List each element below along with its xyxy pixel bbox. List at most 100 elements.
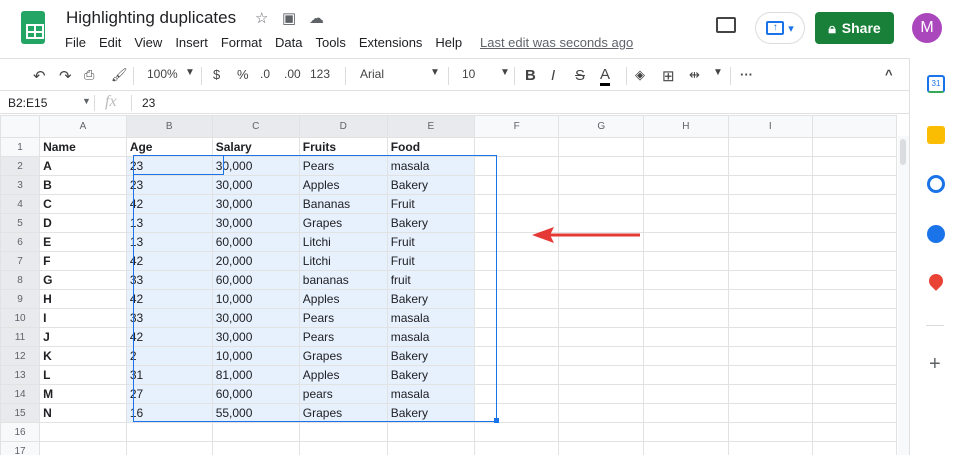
cell[interactable]: masala (386, 327, 475, 347)
italic-button[interactable]: I (551, 67, 555, 84)
menu-view[interactable]: View (134, 35, 162, 50)
cell[interactable] (473, 441, 560, 455)
cell[interactable] (298, 441, 388, 455)
column-header[interactable]: I (727, 115, 813, 138)
strikethrough-button[interactable]: S (575, 67, 585, 84)
cell[interactable]: F (39, 251, 127, 271)
cell[interactable] (643, 384, 729, 404)
cell[interactable] (811, 251, 897, 271)
cell[interactable] (473, 175, 560, 195)
cell[interactable] (473, 346, 560, 366)
cell[interactable] (727, 346, 813, 366)
percent-button[interactable]: % (237, 67, 249, 82)
cell[interactable] (558, 308, 645, 328)
cell[interactable]: 30,000 (211, 175, 300, 195)
cell[interactable]: J (39, 327, 127, 347)
font-size-select[interactable]: 10 (462, 67, 475, 81)
cell[interactable] (473, 251, 560, 271)
cell[interactable] (811, 422, 897, 442)
cell[interactable] (643, 422, 729, 442)
cell[interactable]: B (39, 175, 127, 195)
cell[interactable]: N (39, 403, 127, 423)
cell[interactable] (727, 403, 813, 423)
star-icon[interactable]: ☆ (255, 9, 268, 27)
cell[interactable]: M (39, 384, 127, 404)
row-header[interactable]: 4 (0, 194, 41, 214)
row-header[interactable]: 8 (0, 270, 41, 290)
menu-help[interactable]: Help (435, 35, 462, 50)
cell[interactable] (558, 441, 645, 455)
font-dropdown-icon[interactable]: ▼ (430, 67, 440, 78)
cell[interactable]: Bakery (386, 346, 475, 366)
cell[interactable]: 30,000 (211, 308, 300, 328)
cell[interactable]: Bakery (386, 365, 475, 385)
column-header[interactable]: A (39, 115, 127, 138)
comments-icon[interactable] (716, 17, 736, 33)
column-header[interactable] (811, 115, 897, 138)
cell[interactable] (727, 175, 813, 195)
cell[interactable]: 10,000 (211, 346, 300, 366)
cell[interactable]: K (39, 346, 127, 366)
present-button[interactable]: ↑ ▾ (755, 12, 805, 44)
column-header[interactable]: E (386, 115, 475, 138)
row-header[interactable]: 2 (0, 156, 41, 176)
cell[interactable] (125, 441, 213, 455)
cell[interactable]: 31 (125, 365, 213, 385)
cell[interactable] (558, 289, 645, 309)
cell[interactable]: D (39, 213, 127, 233)
last-edit-link[interactable]: Last edit was seconds ago (480, 35, 633, 50)
cell[interactable] (727, 289, 813, 309)
column-header[interactable]: F (473, 115, 560, 138)
cell[interactable] (473, 137, 560, 157)
row-header[interactable]: 12 (0, 346, 41, 366)
row-header[interactable]: 11 (0, 327, 41, 347)
cell[interactable] (811, 365, 897, 385)
cell[interactable]: 16 (125, 403, 213, 423)
cell[interactable] (473, 327, 560, 347)
cell[interactable] (386, 422, 475, 442)
column-header[interactable]: G (558, 115, 645, 138)
row-header[interactable]: 16 (0, 422, 41, 442)
cell[interactable]: 13 (125, 232, 213, 252)
cell[interactable] (643, 289, 729, 309)
cell[interactable] (643, 441, 729, 455)
contacts-icon[interactable] (927, 225, 945, 243)
cell[interactable]: Bakery (386, 289, 475, 309)
cloud-saved-icon[interactable]: ☁ (309, 9, 324, 27)
cell[interactable]: Fruit (386, 232, 475, 252)
cell[interactable] (727, 270, 813, 290)
cell[interactable] (643, 137, 729, 157)
cell[interactable]: A (39, 156, 127, 176)
cell[interactable] (473, 422, 560, 442)
cell[interactable] (727, 365, 813, 385)
cell[interactable]: Name (39, 137, 127, 157)
cell[interactable] (811, 346, 897, 366)
cell[interactable]: C (39, 194, 127, 214)
cell[interactable]: Apples (298, 365, 388, 385)
cell[interactable] (643, 194, 729, 214)
cell[interactable]: 33 (125, 308, 213, 328)
formula-input[interactable]: 23 (142, 96, 155, 110)
cell[interactable] (727, 308, 813, 328)
cell[interactable] (643, 175, 729, 195)
menu-data[interactable]: Data (275, 35, 302, 50)
cell[interactable] (643, 156, 729, 176)
cell[interactable] (727, 441, 813, 455)
cell[interactable]: 42 (125, 289, 213, 309)
calendar-icon[interactable]: 31 (927, 75, 945, 93)
cell[interactable] (811, 308, 897, 328)
cell[interactable] (727, 327, 813, 347)
cell[interactable] (558, 137, 645, 157)
cell[interactable] (558, 365, 645, 385)
borders-icon[interactable]: ⊞ (662, 67, 675, 85)
merge-dropdown-icon[interactable]: ▼ (713, 67, 723, 78)
cell[interactable] (473, 194, 560, 214)
cell[interactable] (727, 213, 813, 233)
cell[interactable]: Bakery (386, 213, 475, 233)
cell[interactable]: masala (386, 384, 475, 404)
decrease-decimal-button[interactable]: .0 (260, 67, 270, 81)
bold-button[interactable]: B (525, 67, 536, 84)
vertical-scrollbar[interactable] (898, 136, 909, 455)
cell[interactable]: G (39, 270, 127, 290)
name-box-dropdown-icon[interactable]: ▼ (82, 96, 91, 106)
